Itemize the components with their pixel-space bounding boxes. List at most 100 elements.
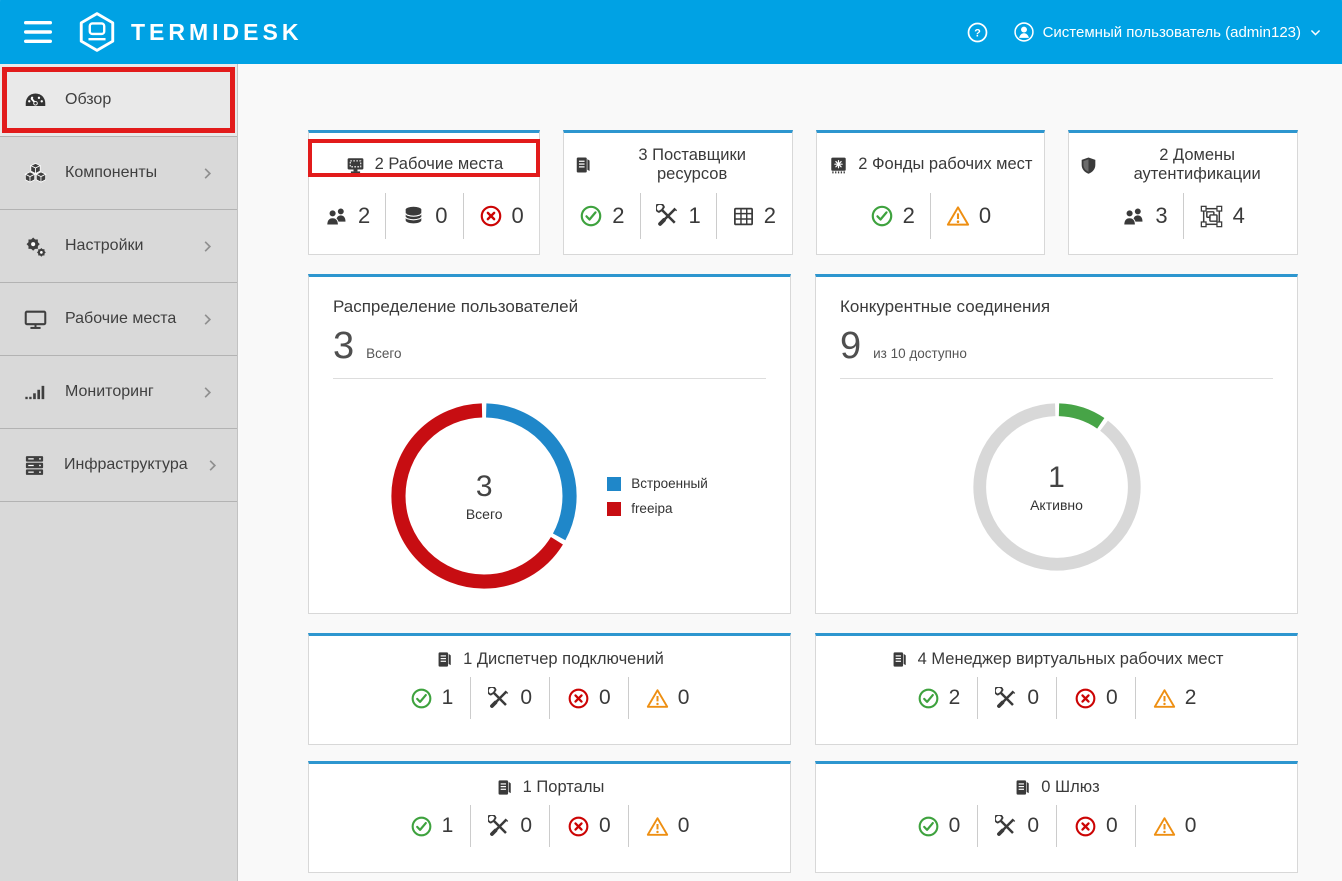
card-workplaces: 2 Рабочие места 2 0 0 [308,130,540,255]
stat-groups: 4 [1183,193,1260,239]
stat-ok: 0 [900,805,978,847]
dashboard-content: 2 Рабочие места 2 0 0 [238,64,1342,881]
user-icon [1013,21,1035,43]
user-menu[interactable]: Системный пользователь (admin123) [1013,21,1322,43]
check-icon [410,687,433,710]
warning-icon [1153,687,1176,710]
stat-errors: 0 [463,193,539,239]
chart-title: Конкурентные соединения [840,297,1273,317]
error-icon [1074,815,1097,838]
journal-icon [1013,778,1032,797]
check-icon [870,204,894,228]
stat-ok: 1 [393,805,471,847]
chart-summary-value: 9 [840,325,861,368]
hamburger-icon [24,21,52,43]
card-vdi-manager: 4 Менеджер виртуальных рабочих мест 2 0 … [815,633,1298,745]
card-connection-dispatcher: 1 Диспетчер подключений 1 0 0 0 [308,633,791,745]
stat-maintenance: 0 [470,805,549,847]
chart-legend: Встроенный freeipa [607,476,708,516]
check-icon [917,687,940,710]
sidebar-item-label: Обзор [65,91,111,109]
sidebar-item-monitoring[interactable]: Мониторинг [0,356,237,429]
monitor-dashed-icon [345,155,366,176]
signal-icon [22,380,48,405]
chart-card-user-distribution: Распределение пользователей 3 Всего 3 Вс… [308,274,791,614]
chip-icon [828,155,849,176]
stat-errors: 0 [549,677,628,719]
menu-toggle-button[interactable] [20,14,56,50]
users-icon [1121,204,1146,229]
stat-errors: 0 [1056,805,1135,847]
error-icon [567,687,590,710]
stat-warnings: 0 [1135,805,1214,847]
card-title: 3 Поставщики ресурсов [602,146,782,185]
sidebar-item-label: Настройки [65,237,143,255]
help-icon [966,21,989,44]
legend-swatch [607,502,621,516]
object-group-icon [1199,204,1224,229]
dashboard-icon [22,88,48,113]
card-portals: 1 Порталы 1 0 0 0 [308,761,791,873]
sidebar-item-label: Мониторинг [65,383,154,401]
chart-title: Распределение пользователей [333,297,766,317]
stat-ok: 2 [564,193,639,239]
stat-errors: 0 [549,805,628,847]
chevron-right-icon [200,166,215,181]
card-auth-domains: 2 Домены аутентификации 3 4 [1068,130,1298,255]
journal-icon [573,155,593,175]
sidebar-item-settings[interactable]: Настройки [0,210,237,283]
chart-summary-value: 3 [333,325,354,368]
chevron-right-icon [200,385,215,400]
stat-pools: 2 [716,193,791,239]
card-workplace-pools: 2 Фонды рабочих мест 2 0 [816,130,1046,255]
stat-warnings: 0 [930,193,1006,239]
sidebar-item-label: Рабочие места [65,310,176,328]
donut-chart-users: 3 Всего [391,403,577,589]
warning-icon [646,687,669,710]
tools-icon [656,204,680,228]
check-icon [410,815,433,838]
donut-chart-connections: 1 Активно [973,403,1141,571]
monitor-icon [22,307,48,332]
sidebar: Обзор Компоненты Настройки Рабочие места [0,64,238,881]
user-name: Системный пользователь (admin123) [1043,24,1301,41]
servers-icon [22,453,47,478]
journal-icon [435,650,454,669]
stat-maintenance: 0 [977,677,1056,719]
legend-item: freeipa [607,501,708,516]
stat-warnings: 0 [628,677,707,719]
stat-ok: 1 [393,677,471,719]
help-button[interactable] [966,21,989,44]
tools-icon [995,687,1018,710]
chart-summary-label: Всего [366,346,401,361]
journal-icon [495,778,514,797]
stat-database: 0 [385,193,462,239]
brand[interactable]: TERMIDESK [76,11,302,53]
tools-icon [995,815,1018,838]
chevron-down-icon [1309,26,1322,39]
chevron-right-icon [205,458,220,473]
sidebar-item-overview[interactable]: Обзор [0,64,237,137]
card-workplaces-header: 2 Рабочие места [309,143,539,187]
card-title: 2 Фонды рабочих мест [858,155,1032,174]
sidebar-item-infrastructure[interactable]: Инфраструктура [0,429,237,502]
warning-icon [946,204,970,228]
stat-warnings: 0 [628,805,707,847]
sidebar-item-label: Компоненты [65,164,157,182]
card-title: 0 Шлюз [1041,778,1099,797]
card-title: 2 Рабочие места [375,155,504,174]
sidebar-item-workplaces[interactable]: Рабочие места [0,283,237,356]
warning-icon [646,815,669,838]
check-icon [917,815,940,838]
card-title: 4 Менеджер виртуальных рабочих мест [918,650,1224,669]
error-icon [567,815,590,838]
cubes-icon [22,161,48,186]
legend-item: Встроенный [607,476,708,491]
legend-swatch [607,477,621,491]
error-icon [479,204,503,228]
sidebar-item-label: Инфраструктура [64,456,188,474]
sidebar-item-components[interactable]: Компоненты [0,137,237,210]
stat-users: 3 [1106,193,1182,239]
journal-icon [890,650,909,669]
stat-ok: 2 [855,193,930,239]
